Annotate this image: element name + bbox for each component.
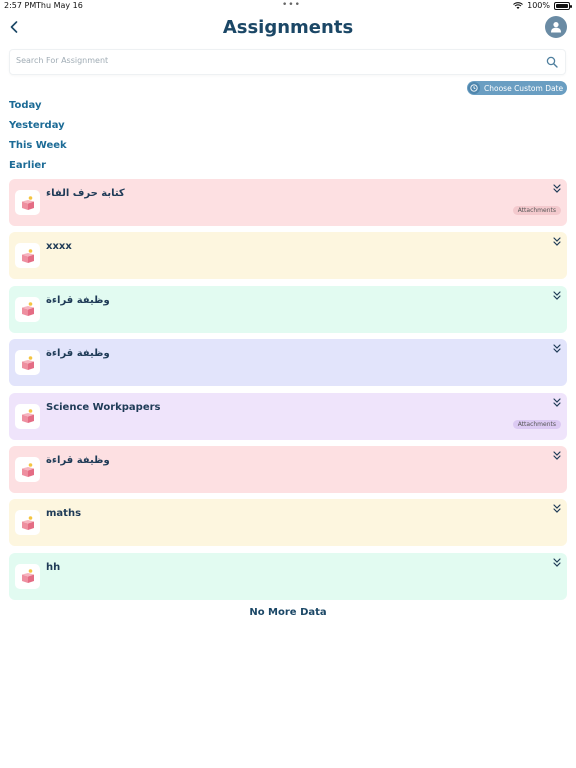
assignment-title: Science Workpapers [46,401,161,413]
search-input[interactable] [16,56,536,65]
multitasking-dots[interactable]: ••• [282,0,301,10]
book-icon [15,296,40,322]
double-chevron-down-icon[interactable] [553,504,561,514]
battery-icon [554,1,572,10]
assignment-title: كتابة حرف الفاء [46,188,125,199]
no-more-data-label: No More Data [249,607,327,618]
filter-this-week[interactable]: This Week [9,140,67,151]
filter-yesterday[interactable]: Yesterday [9,120,65,131]
assignment-card[interactable]: maths [9,499,567,547]
filter-earlier[interactable]: Earlier [9,160,46,171]
wifi-icon [513,1,524,9]
search-icon[interactable] [546,56,558,68]
status-bar: 2:57 PM Thu May 16 ••• 100% [0,0,576,12]
double-chevron-down-icon[interactable] [553,397,561,407]
person-icon [551,22,561,33]
double-chevron-down-icon[interactable] [553,344,561,354]
search-box [9,49,566,75]
book-icon [15,190,40,215]
double-chevron-down-icon[interactable] [553,184,561,193]
assignment-title: hh [46,561,61,573]
assignment-card[interactable]: كتابة حرف الفاء Attachments [9,179,567,226]
double-chevron-down-icon[interactable] [553,291,561,300]
assignment-card[interactable]: hh [9,552,567,600]
double-chevron-down-icon[interactable] [553,237,561,247]
battery-percent: 100% [527,1,550,10]
assignment-title: maths [46,508,82,520]
header: Assignments [0,12,576,46]
assignment-card[interactable]: وظيفة قراءة [9,285,567,333]
book-icon [15,243,40,269]
book-icon [15,350,40,376]
choose-custom-date-button[interactable]: Choose Custom Date [467,81,567,95]
status-time: 2:57 PM [4,1,37,10]
double-chevron-down-icon[interactable] [553,451,561,460]
book-icon [15,510,40,536]
assignment-card[interactable]: وظيفة قراءة [9,339,567,387]
assignment-title: xxxx [46,241,72,253]
avatar[interactable] [545,16,567,38]
assignment-card[interactable]: وظيفة قراءة [9,446,567,493]
book-icon [15,403,40,429]
assignment-title: وظيفة قراءة [46,455,110,466]
book-icon [15,457,40,482]
assignment-title: وظيفة قراءة [46,348,110,360]
status-indicators: 100% [513,1,572,10]
filter-today[interactable]: Today [9,100,41,111]
attachments-badge[interactable]: Attachments [512,419,561,429]
clock-icon [468,82,480,94]
page-title: Assignments [222,17,354,38]
assignment-title: وظيفة قراءة [46,294,110,306]
status-date: Thu May 16 [36,1,83,10]
assignment-card[interactable]: xxxx [9,232,567,280]
double-chevron-down-icon[interactable] [553,558,561,567]
attachments-badge[interactable]: Attachments [512,206,561,215]
book-icon [15,563,40,589]
choose-custom-date-label: Choose Custom Date [484,83,564,93]
assignment-card[interactable]: Science Workpapers Attachments [9,392,567,440]
